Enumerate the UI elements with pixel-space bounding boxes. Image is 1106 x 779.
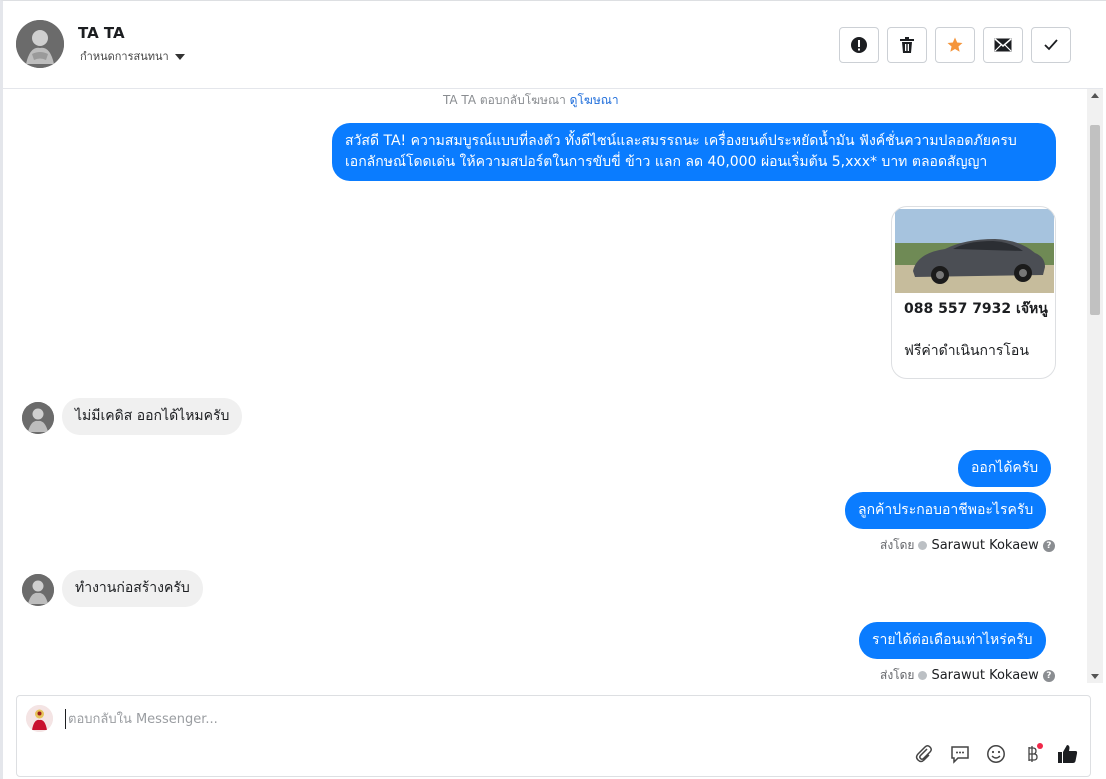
scroll-down-arrow-icon[interactable] [1091, 674, 1099, 679]
speech-bubble-icon [951, 746, 969, 764]
mark-unread-button[interactable] [983, 27, 1023, 63]
page-avatar [26, 705, 53, 732]
sender-name[interactable]: Sarawut Kokaew [931, 538, 1038, 553]
caret-down-icon [174, 53, 185, 60]
reply-input[interactable] [65, 709, 865, 729]
contact-name[interactable]: TA TA [78, 24, 125, 42]
page-badge-icon [918, 671, 928, 680]
conversation-header: TA TA กำหนดการสนทนา [3, 1, 1103, 89]
sent-by-label: ส่งโดย [880, 668, 915, 682]
mark-spam-button[interactable] [839, 27, 879, 63]
checkmark-icon [1044, 39, 1058, 51]
assign-label: กำหนดการสนทนา [80, 50, 169, 63]
thread-scrollbar[interactable] [1087, 89, 1103, 683]
mark-done-button[interactable] [1031, 27, 1071, 63]
exclamation-icon [851, 37, 867, 53]
delete-button[interactable] [887, 27, 927, 63]
composer-tools [912, 742, 1080, 766]
scroll-up-arrow-icon[interactable] [1091, 93, 1099, 98]
outgoing-message: รายได้ต่อเดือนเท่าไหร่ครับ [859, 622, 1046, 659]
payment-button[interactable] [1020, 742, 1044, 766]
contact-avatar-small [22, 402, 54, 434]
ad-reply-note: TA TA ตอบกลับโฆษณา ดูโฆษณา [443, 91, 619, 110]
sender-name[interactable]: Sarawut Kokaew [931, 668, 1038, 683]
outgoing-message: สวัสดี TA! ความสมบูรณ์แบบที่ลงตัว ทั้งดี… [332, 123, 1056, 181]
outgoing-message: ออกได้ครับ [958, 450, 1052, 487]
sent-by-info: ส่งโดย Sarawut Kokaew ? [880, 666, 1055, 683]
scroll-thumb[interactable] [1090, 125, 1100, 315]
trash-icon [900, 37, 914, 53]
notification-dot [1037, 743, 1043, 749]
paperclip-icon [915, 745, 932, 763]
attach-button[interactable] [912, 742, 936, 766]
sent-by-info: ส่งโดย Sarawut Kokaew ? [880, 536, 1055, 555]
card-phone-text: 088 557 7932 เจ๊หนู [904, 301, 1048, 317]
message-thread[interactable]: TA TA ตอบกลับโฆษณา ดูโฆษณา สวัสดี TA! คว… [3, 89, 1087, 683]
question-mark-icon[interactable]: ? [1042, 539, 1055, 552]
contact-avatar[interactable] [16, 20, 64, 68]
sent-by-label: ส่งโดย [880, 538, 915, 552]
incoming-message: ไม่มีเคดิส ออกได้ไหมครับ [62, 398, 243, 435]
like-button[interactable] [1056, 742, 1080, 766]
contact-avatar-small [22, 574, 54, 606]
envelope-icon [994, 38, 1012, 52]
outgoing-message: ลูกค้าประกอบอาชีพอะไรครับ [845, 492, 1047, 529]
message-composer [16, 695, 1091, 777]
car-image [895, 209, 1054, 293]
smiley-icon [987, 745, 1005, 763]
view-ad-link[interactable]: ดูโฆษณา [570, 93, 619, 107]
star-icon [947, 37, 963, 52]
card-offer-text: ฟรีค่าดำเนินการโอน [904, 343, 1029, 359]
saved-replies-button[interactable] [948, 742, 972, 766]
star-button[interactable] [935, 27, 975, 63]
thumbs-up-icon [1058, 745, 1078, 763]
ad-card-message[interactable]: 088 557 7932 เจ๊หนู ฟรีค่าดำเนินการโอน [891, 206, 1056, 379]
assign-conversation-dropdown[interactable]: กำหนดการสนทนา [80, 47, 185, 65]
page-badge-icon [918, 541, 928, 550]
question-mark-icon[interactable]: ? [1042, 669, 1055, 682]
emoji-button[interactable] [984, 742, 1008, 766]
header-actions [839, 27, 1071, 63]
incoming-message: ทำงานก่อสร้างครับ [62, 570, 203, 607]
ad-reply-text: TA TA ตอบกลับโฆษณา [443, 93, 566, 107]
